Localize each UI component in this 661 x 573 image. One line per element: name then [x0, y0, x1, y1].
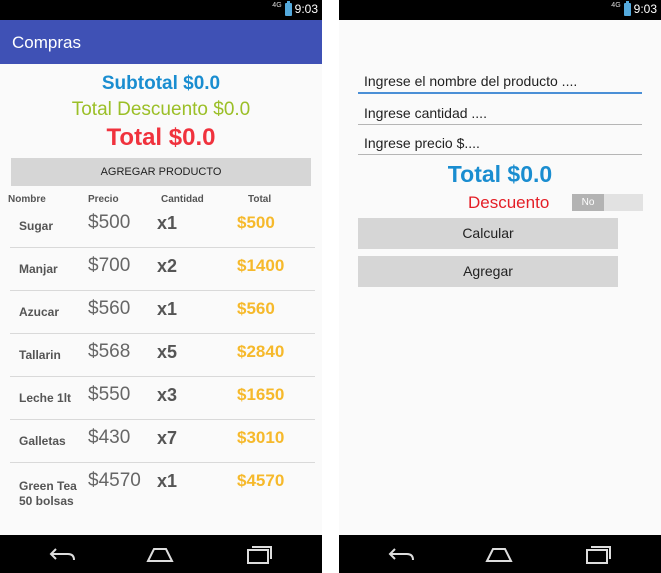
- product-total: $3010: [237, 428, 285, 447]
- product-quantity: x1: [157, 213, 178, 233]
- product-name: Manjar: [19, 262, 58, 276]
- network-label: 4G: [611, 1, 621, 9]
- recents-icon[interactable]: [583, 541, 613, 567]
- add-product-button[interactable]: AGREGAR PRODUCTO: [11, 158, 311, 186]
- status-bar: 4G 9:03: [0, 0, 322, 20]
- battery-icon: [623, 0, 631, 16]
- product-total: $560: [237, 299, 275, 318]
- column-header-cantidad: Cantidad: [161, 194, 204, 205]
- agregar-button[interactable]: Agregar: [358, 256, 618, 287]
- descuento-toggle[interactable]: No: [572, 194, 643, 211]
- home-icon[interactable]: [144, 541, 176, 567]
- product-price: $568: [88, 341, 131, 362]
- product-price: $500: [88, 212, 131, 233]
- product-price: $430: [88, 427, 131, 448]
- product-price: $700: [88, 255, 131, 276]
- home-icon[interactable]: [483, 541, 515, 567]
- back-icon[interactable]: [48, 541, 78, 567]
- product-price: $4570: [88, 470, 141, 491]
- product-quantity: x3: [157, 385, 178, 405]
- product-row[interactable]: Manjar $700 x2 $1400: [10, 248, 315, 291]
- quantity-input[interactable]: [358, 101, 642, 125]
- subtotal-label: Subtotal $0.0: [101, 73, 221, 94]
- column-header-total: Total: [248, 194, 272, 205]
- product-price: $560: [88, 298, 131, 319]
- product-row[interactable]: Sugar $500 x1 $500: [10, 205, 315, 248]
- app-bar: Compras: [0, 20, 322, 64]
- product-quantity: x7: [157, 428, 178, 448]
- product-total: $4570: [237, 471, 285, 490]
- product-list-screen: 4G 9:03 Compras Subtotal $0.0 Total Desc…: [0, 0, 322, 573]
- navigation-bar: [339, 535, 661, 573]
- recents-icon[interactable]: [244, 541, 274, 567]
- toggle-thumb: No: [572, 194, 604, 211]
- price-input[interactable]: [358, 131, 642, 155]
- product-quantity: x5: [157, 342, 178, 362]
- total-descuento-label: Total Descuento $0.0: [71, 99, 251, 120]
- app-title: Compras: [12, 33, 81, 52]
- column-header-nombre: Nombre: [8, 194, 46, 205]
- product-name: Galletas: [19, 434, 66, 448]
- add-product-screen: 4G 9:03 Total $0.0 Descuento No Calcular…: [339, 0, 661, 573]
- product-quantity: x1: [157, 471, 178, 491]
- network-label: 4G: [272, 1, 282, 9]
- product-price: $550: [88, 384, 131, 405]
- navigation-bar: [0, 535, 322, 573]
- product-row[interactable]: Azucar $560 x1 $560: [10, 291, 315, 334]
- product-quantity: x1: [157, 299, 178, 319]
- status-time: 9:03: [633, 2, 657, 16]
- total-label: Total $0.0: [106, 124, 216, 151]
- status-time: 9:03: [294, 2, 318, 16]
- product-name: Sugar: [19, 219, 54, 233]
- product-quantity: x2: [157, 256, 178, 276]
- column-header-precio: Precio: [88, 194, 119, 205]
- product-name: Tallarin: [19, 348, 61, 362]
- product-name-input[interactable]: [358, 70, 642, 94]
- back-icon[interactable]: [387, 541, 417, 567]
- product-name: Green Tea 50 bolsas: [19, 479, 77, 508]
- product-total: $1650: [237, 385, 285, 404]
- product-total: $1400: [237, 256, 285, 275]
- calcular-button[interactable]: Calcular: [358, 218, 618, 249]
- status-bar: 4G 9:03: [339, 0, 661, 20]
- product-total: $500: [237, 213, 275, 232]
- product-row[interactable]: Tallarin $568 x5 $2840: [10, 334, 315, 377]
- product-row[interactable]: Green Tea 50 bolsas $4570 x1 $4570: [10, 463, 315, 533]
- product-row[interactable]: Galletas $430 x7 $3010: [10, 420, 315, 463]
- battery-icon: [284, 0, 292, 16]
- product-name: Azucar: [19, 305, 60, 319]
- product-total: $2840: [237, 342, 285, 361]
- product-name: Leche 1lt: [19, 391, 72, 405]
- descuento-label: Descuento: [468, 193, 550, 212]
- total-label: Total $0.0: [447, 161, 553, 187]
- product-row[interactable]: Leche 1lt $550 x3 $1650: [10, 377, 315, 420]
